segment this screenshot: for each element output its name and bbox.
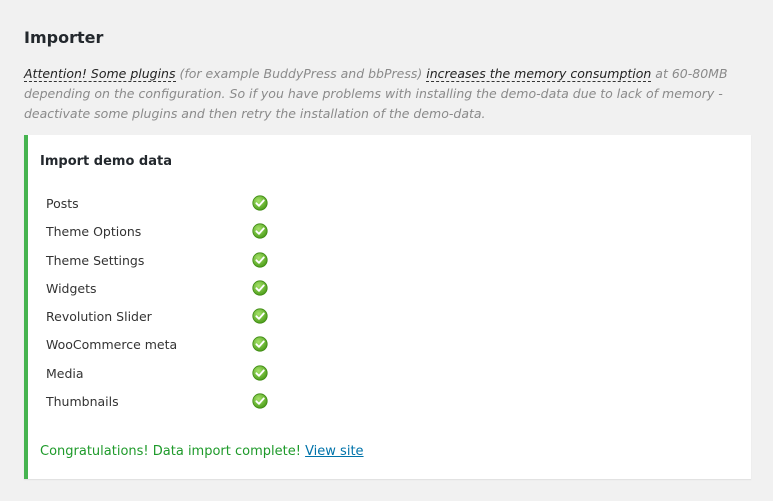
- import-panel: Import demo data Posts Theme Options The…: [24, 135, 751, 479]
- importer-page: Importer Attention! Some plugins (for ex…: [0, 0, 773, 501]
- check-icon: [252, 308, 268, 324]
- check-icon: [252, 280, 268, 296]
- list-item: Theme Settings: [46, 247, 346, 275]
- panel-title: Import demo data: [40, 154, 172, 169]
- item-label: Posts: [46, 196, 79, 211]
- item-label: Revolution Slider: [46, 309, 152, 325]
- check-icon: [252, 195, 268, 211]
- item-label: Theme Settings: [46, 252, 145, 268]
- item-label: Theme Options: [46, 224, 142, 240]
- success-text: Congratulations! Data import complete!: [40, 444, 301, 459]
- item-label: Widgets: [46, 280, 97, 296]
- list-item: Revolution Slider: [46, 303, 346, 331]
- list-item: Widgets: [46, 275, 346, 303]
- import-list: Posts Theme Options Theme Settings Widge…: [46, 190, 346, 416]
- list-item: WooCommerce meta: [46, 331, 346, 359]
- check-icon: [252, 393, 268, 409]
- list-item: Thumbnails: [46, 388, 346, 416]
- notice-memory: increases the memory consumption: [426, 66, 652, 82]
- item-label: WooCommerce meta: [46, 337, 178, 353]
- check-icon: [252, 365, 268, 381]
- item-label: Thumbnails: [46, 394, 119, 410]
- list-item: Theme Options: [46, 218, 346, 246]
- check-icon: [252, 223, 268, 239]
- view-site-link[interactable]: View site: [305, 444, 363, 459]
- check-icon: [252, 251, 268, 268]
- memory-notice: Attention! Some plugins (for example Bud…: [24, 64, 749, 124]
- success-message: Congratulations! Data import complete! V…: [40, 444, 364, 459]
- list-item: Media: [46, 360, 346, 388]
- list-item: Posts: [46, 190, 346, 218]
- item-label: Media: [46, 365, 84, 381]
- check-icon: [252, 336, 268, 353]
- notice-attention: Attention! Some plugins: [24, 66, 176, 82]
- page-title: Importer: [24, 28, 104, 47]
- notice-text-1: (for example BuddyPress and bbPress): [175, 66, 427, 81]
